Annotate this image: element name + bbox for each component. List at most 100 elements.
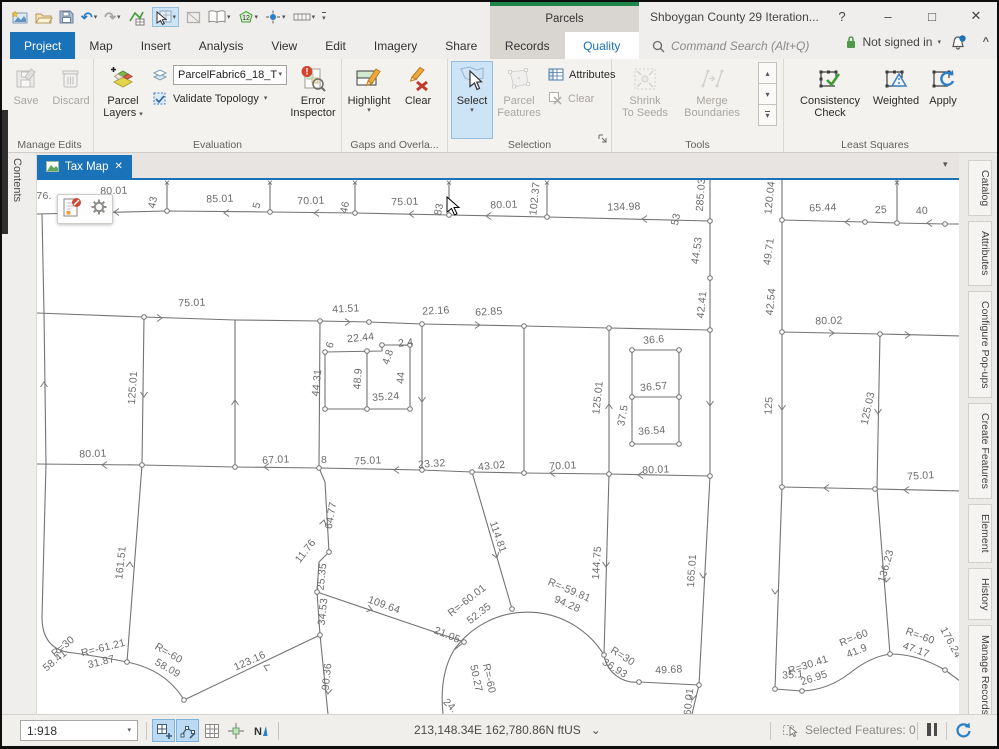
tab-quality[interactable]: Quality bbox=[565, 32, 640, 59]
dimension-label: 22.16 bbox=[422, 304, 450, 317]
group-least-squares: Consistency Check Weighted Apply Least S… bbox=[784, 59, 966, 152]
right-tab-create-features[interactable]: Create Features bbox=[968, 403, 992, 499]
traverse-tool-icon[interactable] bbox=[128, 7, 145, 27]
close-view-icon[interactable]: ✕ bbox=[114, 161, 122, 172]
highlight-button[interactable]: Highlight ▾ bbox=[344, 62, 394, 138]
right-tab-attributes[interactable]: Attributes bbox=[968, 221, 992, 285]
sign-in-status[interactable]: Not signed in ▾ bbox=[845, 35, 941, 49]
redo-button[interactable]: ↷▾ bbox=[104, 7, 120, 27]
error-inspector-button[interactable]: ! Error Inspector bbox=[288, 62, 338, 138]
parcel-vertex bbox=[420, 322, 425, 327]
contextual-group-header: Parcels bbox=[490, 2, 639, 32]
tab-records[interactable]: Records bbox=[490, 32, 565, 59]
parcel-fabric-combo[interactable]: ParcelFabric6_18_T▾ bbox=[152, 64, 287, 85]
dimension-label: 80.01 bbox=[79, 448, 107, 461]
view-tab-overflow-button[interactable]: ▾ bbox=[943, 159, 948, 170]
command-search[interactable] bbox=[652, 35, 847, 57]
snapping-toggle[interactable] bbox=[224, 719, 247, 742]
right-tab-history[interactable]: History bbox=[968, 568, 992, 621]
parcel-vertex bbox=[773, 687, 778, 692]
scale-bar-icon[interactable]: ▾ bbox=[293, 7, 316, 27]
map-view[interactable]: 76.80.014385.01570.014675.018380.01102.3… bbox=[37, 180, 959, 714]
north-arrow-button[interactable]: N bbox=[248, 719, 271, 742]
parcel-line bbox=[782, 487, 959, 491]
parcel-vertex bbox=[522, 471, 527, 476]
maximize-button[interactable]: □ bbox=[918, 2, 946, 30]
left-tab-contents[interactable]: Contents bbox=[11, 158, 23, 202]
refresh-view-button[interactable] bbox=[953, 720, 973, 743]
dimension-label: × bbox=[267, 180, 273, 189]
dimension-label: 44.31 bbox=[310, 368, 325, 396]
parcel-vertex bbox=[708, 474, 713, 479]
tab-imagery[interactable]: Imagery bbox=[360, 32, 431, 59]
dimension-label: 36.54 bbox=[638, 424, 666, 438]
select-tool-button[interactable]: ▾ bbox=[152, 7, 180, 27]
parcel-layers-button[interactable]: Parcel Layers ▾ bbox=[98, 62, 148, 138]
tab-insert[interactable]: Insert bbox=[127, 32, 185, 59]
command-search-input[interactable] bbox=[671, 39, 839, 53]
right-tab-catalog[interactable]: Catalog bbox=[968, 160, 992, 216]
recenter-tool-icon[interactable]: ▾ bbox=[265, 7, 286, 27]
tab-map[interactable]: Map bbox=[75, 32, 126, 59]
view-tab-tax-map[interactable]: Tax Map ✕ bbox=[37, 155, 132, 178]
map-scale-select[interactable]: 1:918▾ bbox=[20, 720, 138, 741]
attributes-button[interactable]: Attributes bbox=[548, 64, 615, 85]
minimize-button[interactable]: – bbox=[874, 2, 902, 30]
close-button[interactable]: ✕ bbox=[962, 2, 990, 30]
parcel-line bbox=[782, 332, 959, 336]
qat-customize-icon[interactable]: ▾ bbox=[322, 7, 326, 27]
direction-arrow-icon bbox=[224, 210, 229, 217]
parcel-vertex bbox=[545, 215, 550, 220]
undo-button[interactable]: ↶▾ bbox=[81, 7, 97, 27]
options-gear-button[interactable] bbox=[90, 198, 108, 221]
measure-polygon-icon[interactable]: 12▾ bbox=[238, 7, 259, 27]
apply-adjustment-button[interactable]: Apply bbox=[924, 62, 962, 138]
parcel-vertex bbox=[677, 395, 682, 400]
dimension-label: × bbox=[544, 180, 550, 189]
pause-drawing-button[interactable] bbox=[927, 723, 937, 736]
group-selection: Select ▾ Parcel Features Attributes Clea… bbox=[448, 59, 612, 152]
right-tab-configure-pop-ups[interactable]: Configure Pop-ups bbox=[968, 291, 992, 399]
dimension-label: 165.01 bbox=[685, 554, 699, 588]
select-button[interactable]: Select ▾ bbox=[452, 62, 492, 138]
dimension-label: 40 bbox=[916, 205, 929, 217]
notifications-button[interactable] bbox=[949, 35, 967, 56]
gallery-scroll-down-button[interactable]: ▾ bbox=[758, 83, 777, 105]
edit-grid-toggle[interactable] bbox=[152, 719, 175, 742]
tab-share[interactable]: Share bbox=[431, 32, 491, 59]
chevron-down-icon: ▾ bbox=[173, 14, 177, 21]
tab-analysis[interactable]: Analysis bbox=[185, 32, 258, 59]
parcel-vertex bbox=[408, 407, 413, 412]
clear-highlight-button[interactable]: Clear bbox=[396, 62, 440, 138]
mouse-cursor bbox=[446, 196, 462, 218]
discard-icon bbox=[59, 63, 83, 95]
weighted-button[interactable]: Weighted bbox=[868, 62, 924, 138]
dimension-label: 75.01 bbox=[391, 196, 419, 209]
edit-vertices-toggle[interactable] bbox=[176, 719, 199, 742]
tab-project[interactable]: Project bbox=[10, 32, 75, 59]
tab-edit[interactable]: Edit bbox=[311, 32, 360, 59]
coordinates-display[interactable]: 213,148.34E 162,780.86N ftUS ⌄ bbox=[414, 723, 601, 737]
grid-toggle[interactable] bbox=[200, 719, 223, 742]
validate-topology-button[interactable]: Validate Topology ▾ bbox=[152, 88, 267, 109]
dimension-label: 125 bbox=[762, 396, 775, 415]
gallery-scroll-up-button[interactable]: ▴ bbox=[758, 62, 777, 84]
map-canvas[interactable]: 76.80.014385.01570.014675.018380.01102.3… bbox=[37, 180, 959, 714]
collapse-ribbon-button[interactable]: ^ bbox=[983, 36, 989, 48]
lock-icon bbox=[845, 35, 857, 49]
parcel-vertex bbox=[462, 640, 467, 645]
direction-arrow-icon bbox=[126, 562, 133, 567]
open-project-icon[interactable] bbox=[35, 7, 52, 27]
consistency-check-button[interactable]: Consistency Check bbox=[792, 62, 868, 138]
right-tab-manage-records[interactable]: Manage Records bbox=[968, 625, 992, 714]
active-record-button[interactable] bbox=[62, 196, 82, 223]
right-tab-element[interactable]: Element bbox=[968, 504, 992, 563]
help-button[interactable]: ? bbox=[828, 2, 856, 30]
save-project-icon[interactable] bbox=[59, 7, 74, 27]
new-map-icon[interactable] bbox=[12, 7, 28, 27]
gallery-more-button[interactable]: ▾ bbox=[758, 104, 777, 126]
tab-view[interactable]: View bbox=[257, 32, 311, 59]
clip-tool-icon[interactable] bbox=[186, 7, 201, 27]
chevron-down-icon: ▾ bbox=[94, 14, 98, 21]
map-series-icon[interactable]: ▾ bbox=[208, 7, 231, 27]
